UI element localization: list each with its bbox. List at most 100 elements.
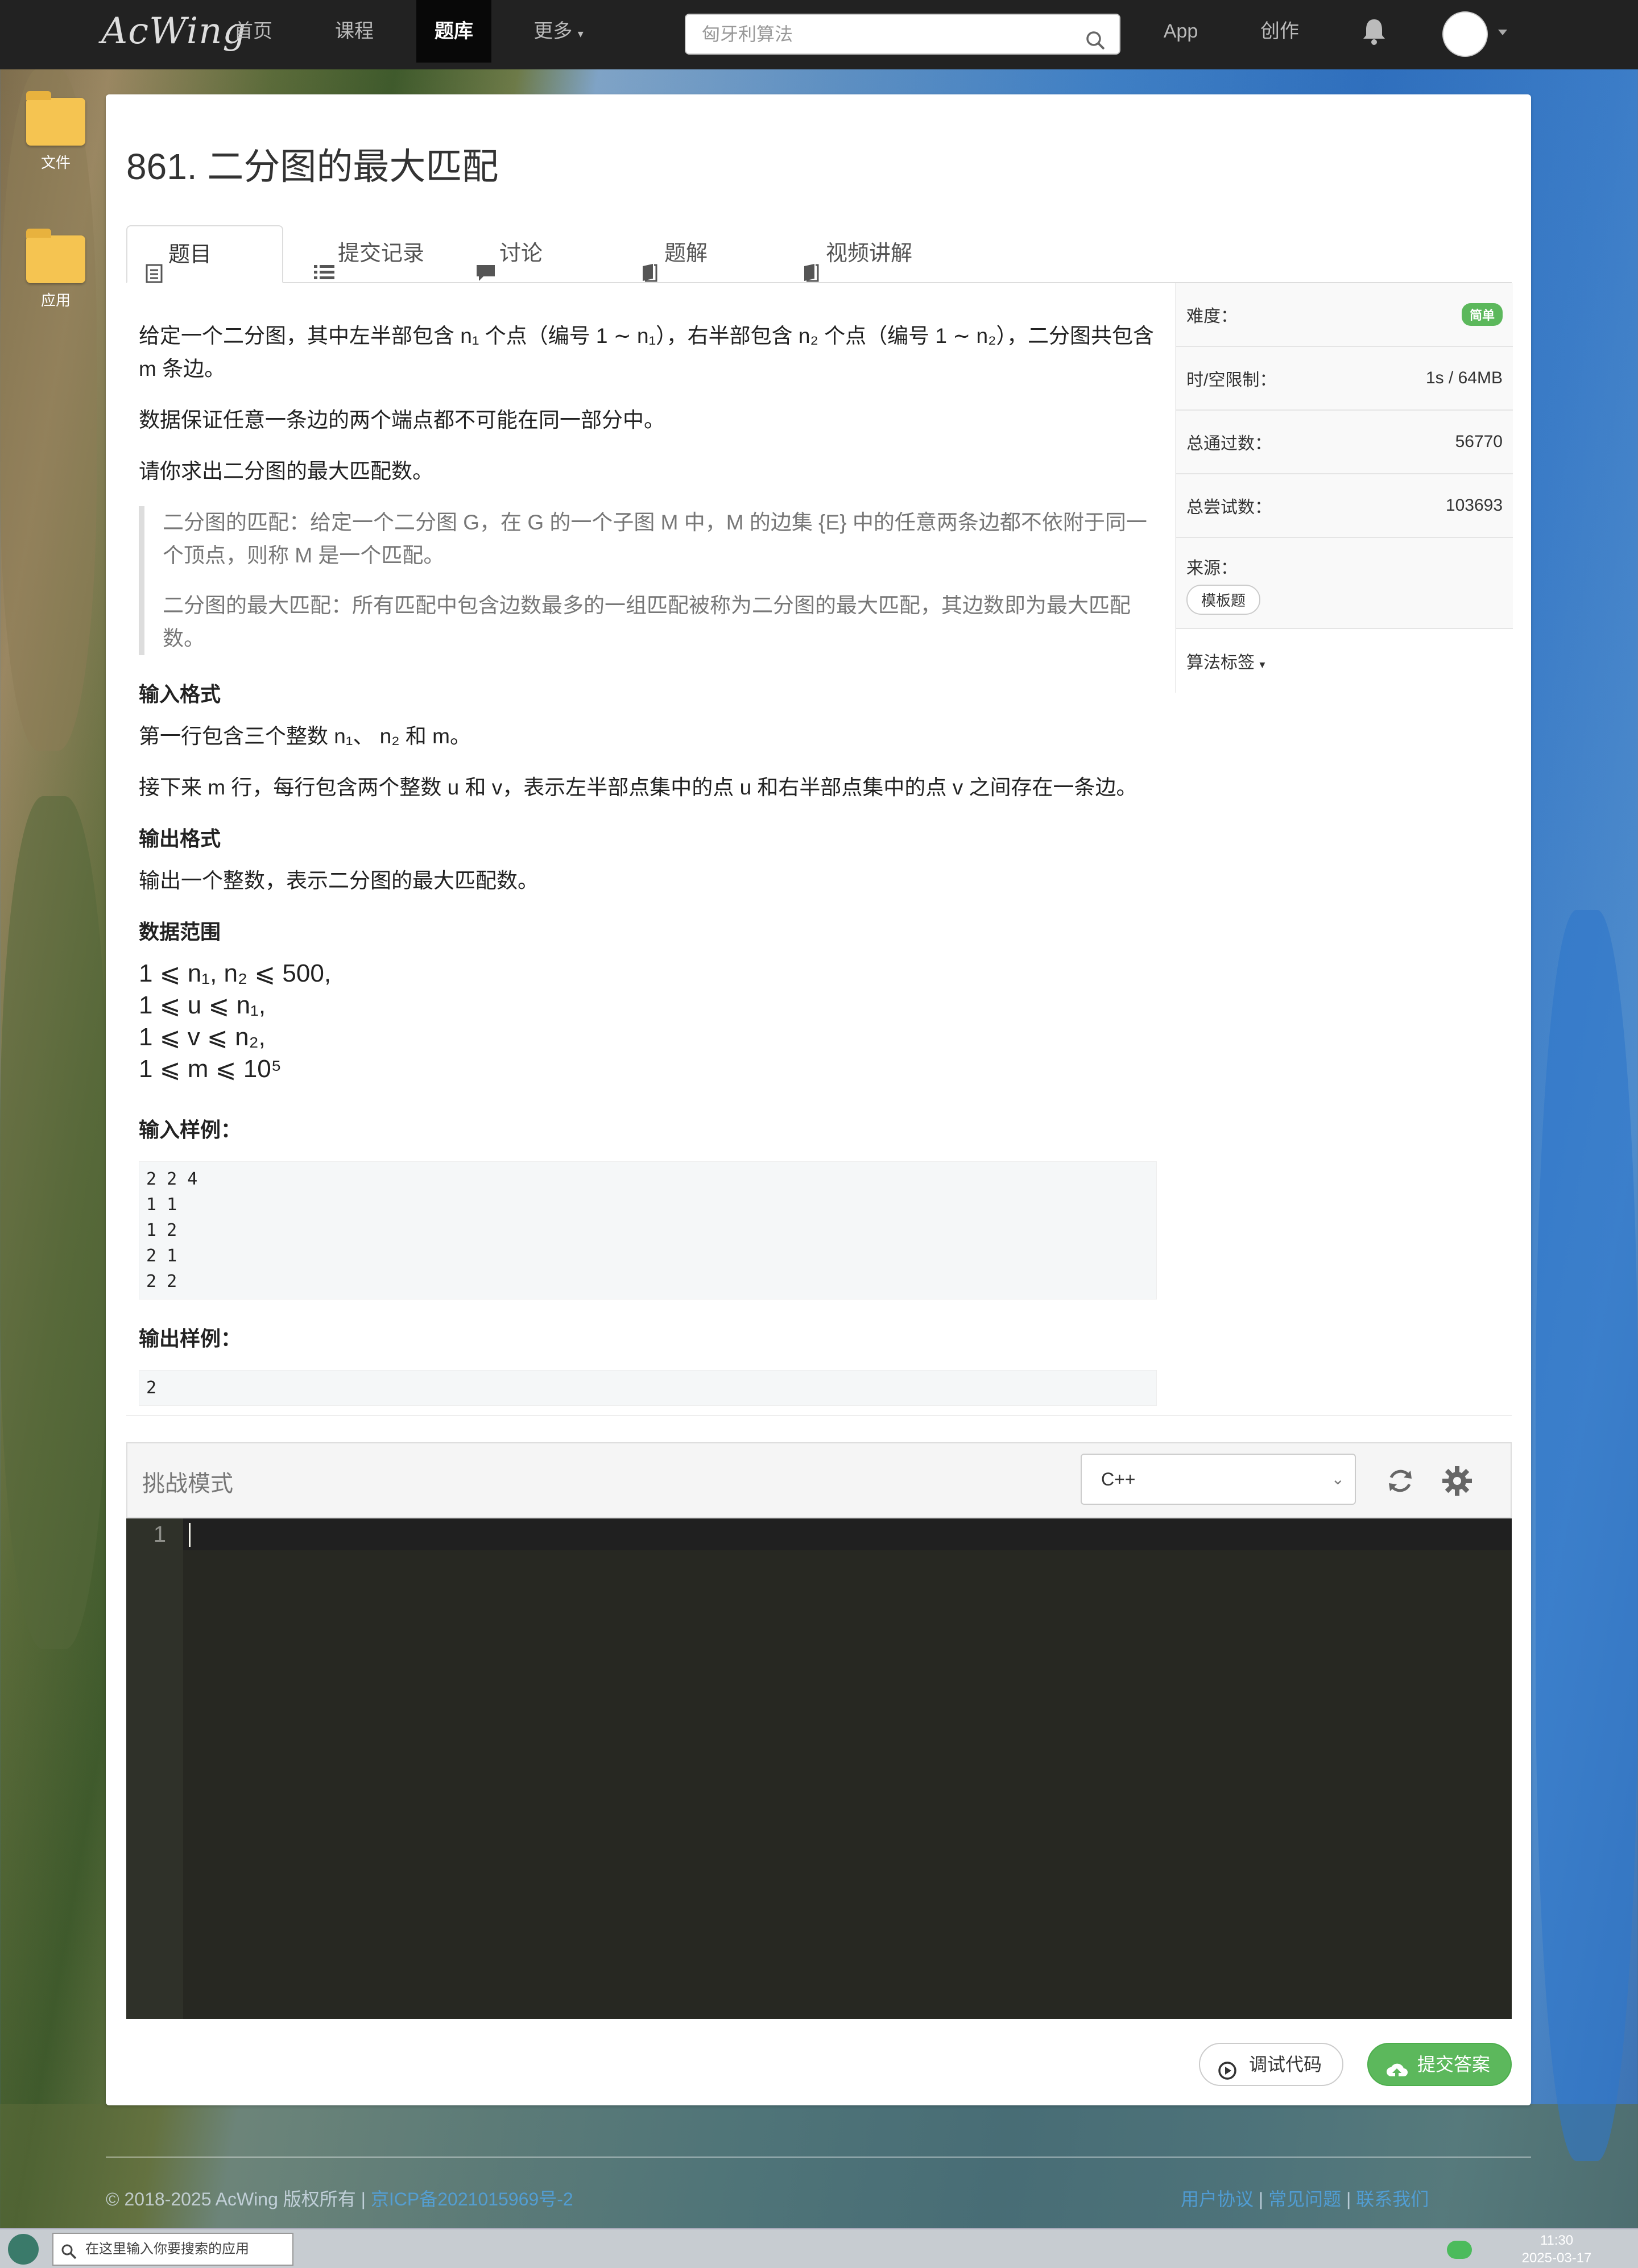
background-shrub bbox=[0, 796, 108, 1649]
constraint-line: 1 ⩽ m ⩽ 10⁵ bbox=[139, 1055, 282, 1083]
footer-links: 用户协议 | 常见问题 | 联系我们 bbox=[1181, 2185, 1429, 2211]
clock-date: 2025-03-17 bbox=[1521, 2250, 1592, 2266]
search-input[interactable]: 匈牙利算法 bbox=[685, 14, 1120, 55]
play-circle-icon bbox=[1217, 2054, 1238, 2095]
source-tag[interactable]: 模板题 bbox=[1186, 585, 1261, 615]
info-value: 103693 bbox=[1445, 496, 1503, 515]
constraint-line: 1 ⩽ n₁, n₂ ⩽ 500, bbox=[139, 959, 332, 987]
footer-separator: | bbox=[361, 2189, 371, 2209]
bell-icon[interactable] bbox=[1362, 17, 1387, 48]
debug-label: 调试代码 bbox=[1249, 2054, 1322, 2075]
section-heading: 输出样例： bbox=[139, 1327, 242, 1350]
info-label: 时/空限制： bbox=[1186, 371, 1277, 390]
info-tries: 总尝试数： 103693 bbox=[1176, 474, 1513, 538]
sample-output-code: 2 bbox=[139, 1370, 1157, 1406]
submit-button[interactable]: 提交答案 bbox=[1367, 2043, 1512, 2086]
info-label: 难度： bbox=[1186, 307, 1238, 326]
info-limit: 时/空限制： 1s / 64MB bbox=[1176, 347, 1513, 411]
text-cursor bbox=[189, 1523, 191, 1547]
footer-separator: | bbox=[1258, 2189, 1269, 2209]
problem-statement: 给定一个二分图，其中左半部包含 n₁ 个点（编号 1 ∼ n₁），右半部包含 n… bbox=[139, 320, 1157, 1406]
tab-video[interactable]: 视频讲解 bbox=[785, 225, 956, 283]
tab-submissions[interactable]: 提交记录 bbox=[297, 225, 450, 283]
desktop-folder-files[interactable]: 文件 bbox=[22, 91, 90, 172]
nav-problems[interactable]: 题库 bbox=[416, 0, 491, 63]
chevron-down-icon: ▾ bbox=[1259, 659, 1265, 671]
info-label: 总通过数： bbox=[1186, 434, 1272, 453]
footer-link-terms[interactable]: 用户协议 bbox=[1181, 2189, 1254, 2209]
nav-more-label: 更多 bbox=[533, 20, 573, 42]
chevron-down-icon[interactable] bbox=[1498, 30, 1507, 35]
gear-icon[interactable] bbox=[1441, 1465, 1473, 1500]
footer-separator: | bbox=[1346, 2189, 1356, 2209]
nav-courses[interactable]: 课程 bbox=[323, 0, 386, 63]
output-format-line: 输出一个整数，表示二分图的最大匹配数。 bbox=[139, 869, 539, 892]
folder-icon bbox=[26, 91, 85, 146]
tab-label: 提交记录 bbox=[338, 242, 425, 266]
desktop-icon-label: 文件 bbox=[40, 154, 71, 171]
nav-app[interactable]: App bbox=[1152, 0, 1209, 63]
language-select[interactable]: C++ ⌄ bbox=[1081, 1454, 1356, 1505]
code-editor[interactable]: 1 bbox=[126, 1518, 1512, 2019]
input-format-line: 接下来 m 行，每行包含两个整数 u 和 v，表示左半部点集中的点 u 和右半部… bbox=[139, 776, 1138, 799]
desktop-folder-apps[interactable]: 应用 bbox=[22, 229, 90, 310]
refresh-icon[interactable] bbox=[1385, 1466, 1415, 1499]
footer-link-faq[interactable]: 常见问题 bbox=[1268, 2189, 1341, 2209]
user-avatar[interactable] bbox=[1442, 11, 1488, 57]
quote-paragraph: 二分图的匹配：给定一个二分图 G，在 G 的一个子图 M 中，M 的边集 {E}… bbox=[163, 511, 1147, 567]
tab-label: 题解 bbox=[664, 242, 708, 266]
problem-tabs: 题目 提交记录 讨论 题解 视频讲解 bbox=[126, 225, 1512, 283]
tab-label: 视频讲解 bbox=[826, 242, 913, 266]
statement-paragraph: 给定一个二分图，其中左半部包含 n₁ 个点（编号 1 ∼ n₁），右半部包含 n… bbox=[139, 324, 1154, 380]
chat-tray-icon[interactable] bbox=[1447, 2241, 1472, 2259]
tab-label: 题目 bbox=[168, 243, 212, 267]
desktop-icon-label: 应用 bbox=[40, 292, 71, 309]
sample-input-code: 2 2 4 1 1 1 2 2 1 2 2 bbox=[139, 1161, 1157, 1299]
folder-icon bbox=[26, 229, 85, 283]
tab-solutions[interactable]: 题解 bbox=[623, 225, 748, 283]
comment-icon bbox=[475, 247, 495, 281]
tab-problem[interactable]: 题目 bbox=[126, 225, 283, 283]
info-value: 1s / 64MB bbox=[1425, 369, 1503, 387]
language-value: C++ bbox=[1101, 1469, 1136, 1489]
chevron-down-icon: ⌄ bbox=[1331, 1470, 1345, 1488]
nav-more[interactable]: 更多 ▾ bbox=[523, 0, 594, 63]
search-icon[interactable] bbox=[1085, 25, 1106, 64]
nav-create[interactable]: 创作 bbox=[1251, 0, 1308, 63]
copyright: © 2018-2025 AcWing 版权所有 bbox=[106, 2189, 356, 2209]
section-heading: 数据范围 bbox=[139, 920, 221, 943]
start-icon[interactable] bbox=[8, 2234, 39, 2265]
info-label: 总尝试数： bbox=[1186, 498, 1272, 517]
info-value: 56770 bbox=[1455, 432, 1503, 451]
problem-info-panel: 难度： 简单 时/空限制： 1s / 64MB 总通过数： 56770 总尝试数… bbox=[1175, 283, 1513, 693]
book-icon bbox=[640, 247, 660, 282]
footer-link-contact[interactable]: 联系我们 bbox=[1356, 2189, 1429, 2209]
editor-gutter bbox=[126, 1518, 183, 2019]
tab-label: 讨论 bbox=[499, 242, 543, 266]
footer-divider bbox=[106, 2157, 1531, 2158]
constraints: 1 ⩽ n₁, n₂ ⩽ 500, 1 ⩽ u ⩽ n₁, 1 ⩽ v ⩽ n₂… bbox=[139, 958, 1157, 1085]
quote-paragraph: 二分图的最大匹配：所有匹配中包含边数最多的一组匹配被称为二分图的最大匹配，其边数… bbox=[163, 594, 1131, 650]
os-taskbar: 在这里输入你要搜索的应用 11:30 2025-03-17 bbox=[0, 2228, 1638, 2268]
system-clock[interactable]: 11:30 2025-03-17 bbox=[1514, 2232, 1599, 2267]
challenge-mode-label: 挑战模式 bbox=[142, 1471, 233, 1496]
debug-button[interactable]: 调试代码 bbox=[1199, 2043, 1343, 2086]
nav-home[interactable]: 首页 bbox=[222, 0, 284, 63]
algorithm-tags-toggle[interactable]: 算法标签 ▾ bbox=[1176, 629, 1513, 693]
constraint-line: 1 ⩽ v ⩽ n₂, bbox=[139, 1023, 266, 1051]
taskbar-search-placeholder: 在这里输入你要搜索的应用 bbox=[85, 2241, 249, 2257]
taskbar-search-input[interactable]: 在这里输入你要搜索的应用 bbox=[52, 2233, 293, 2266]
divider bbox=[126, 1415, 1512, 1416]
info-source: 来源： 模板题 bbox=[1176, 538, 1513, 629]
editor-toolbar: 挑战模式 C++ ⌄ bbox=[126, 1442, 1512, 1518]
difficulty-badge: 简单 bbox=[1461, 303, 1503, 326]
list-icon bbox=[314, 247, 334, 279]
info-label: 算法标签 bbox=[1186, 653, 1255, 672]
document-icon bbox=[144, 248, 164, 283]
chevron-down-icon: ▾ bbox=[577, 28, 584, 40]
input-format-line: 第一行包含三个整数 n₁、 n₂ 和 m。 bbox=[139, 725, 471, 748]
tab-discussion[interactable]: 讨论 bbox=[458, 225, 595, 283]
icp-link[interactable]: 京ICP备2021015969号-2 bbox=[371, 2189, 573, 2209]
active-line bbox=[183, 1518, 1512, 1550]
search-placeholder: 匈牙利算法 bbox=[702, 24, 793, 44]
